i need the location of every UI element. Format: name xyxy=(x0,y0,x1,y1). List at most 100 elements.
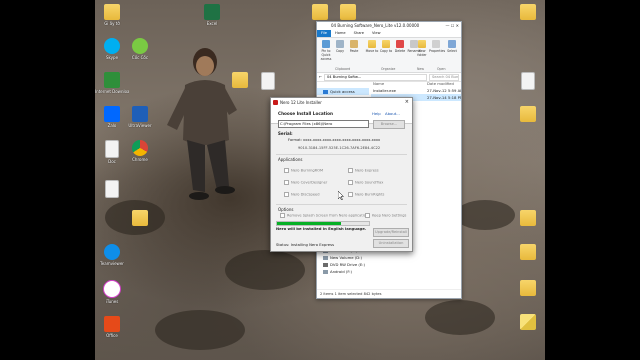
folder-icon xyxy=(232,72,248,88)
checkbox[interactable] xyxy=(348,180,353,185)
ribbon-group-new: New xyxy=(417,67,424,71)
properties-icon xyxy=(432,40,440,48)
option-remove-splash[interactable]: Remove Splash Screen from Nero applicati… xyxy=(280,213,370,218)
dvd-icon xyxy=(323,263,328,267)
desktop-icon-folder6[interactable] xyxy=(511,4,545,20)
move-to-button[interactable]: Move to xyxy=(365,40,379,53)
divider xyxy=(276,204,407,205)
desktop-icon-idm[interactable]: Internet Download xyxy=(95,72,129,94)
explorer-statusbar: 2 items 1 item selected 842 bytes xyxy=(317,289,461,298)
desktop-icon-folder10[interactable] xyxy=(511,280,545,296)
new-folder-icon xyxy=(418,40,426,48)
serial-format: Format: xxxx-xxxx-xxxx-xxxx-xxxx-xxxx-xx… xyxy=(288,138,381,142)
app-soundtrax[interactable]: Nero SoundTrax xyxy=(348,180,383,185)
ribbon: Pin to Quick access Copy Paste Move to C… xyxy=(317,37,461,73)
paste-button[interactable]: Paste xyxy=(347,40,361,53)
installer-titlebar[interactable]: Nero 12 Lite Installer × xyxy=(271,98,412,107)
move-to-icon xyxy=(368,40,376,48)
app-express[interactable]: Nero Express xyxy=(348,168,379,173)
desktop-icon-folder8[interactable] xyxy=(511,210,545,226)
close-icon[interactable]: × xyxy=(405,98,409,107)
about-link[interactable]: About... xyxy=(385,111,400,116)
file-name: Installer.exe xyxy=(373,88,396,93)
tab-share[interactable]: Share xyxy=(350,30,368,37)
select-icon xyxy=(448,40,456,48)
desktop-icon-notes[interactable] xyxy=(511,314,545,330)
teamviewer-icon xyxy=(104,244,120,260)
copy-button[interactable]: Copy xyxy=(333,40,347,53)
column-date-modified[interactable]: Date modified xyxy=(427,80,454,87)
pin-icon xyxy=(322,40,330,48)
wallpaper-stone xyxy=(225,250,305,290)
tab-file[interactable]: File xyxy=(317,30,332,37)
app-discspeed[interactable]: Nero DiscSpeed xyxy=(284,192,320,197)
desktop-icon-itunes[interactable]: iTunes xyxy=(95,280,129,304)
desktop-icon-folder2[interactable] xyxy=(123,210,157,226)
applications-label: Applications xyxy=(278,157,303,162)
folder-icon xyxy=(520,210,536,226)
new-folder-button[interactable]: New folder xyxy=(415,40,429,57)
app-burnrights[interactable]: Nero BurnRights xyxy=(348,192,384,197)
desktop-icon-folder7[interactable] xyxy=(511,106,545,122)
explorer-titlebar[interactable]: 04 Burning Software_Nero_Lite v12.0.0000… xyxy=(317,22,461,30)
uninstallation-button[interactable]: Uninstallation xyxy=(373,239,409,248)
ribbon-group-clipboard: Clipboard xyxy=(335,67,351,71)
app-coverdesigner[interactable]: Nero CoverDesigner xyxy=(284,180,327,185)
nav-dvd-drive-e[interactable]: DVD RW Drive (E:) xyxy=(317,261,369,268)
desktop-icon-doc3[interactable] xyxy=(251,72,285,90)
desktop-icon-chrome[interactable]: Chrome xyxy=(123,140,157,162)
checkbox[interactable] xyxy=(284,168,289,173)
wallpaper-person xyxy=(167,48,237,200)
wallpaper-stone xyxy=(425,300,495,335)
delete-button[interactable]: Delete xyxy=(393,40,407,53)
checkbox[interactable] xyxy=(280,213,285,218)
installer-title: Nero 12 Lite Installer xyxy=(280,100,322,105)
copy-icon xyxy=(336,40,344,48)
nav-android-f[interactable]: Android (F:) xyxy=(317,268,369,275)
checkbox[interactable] xyxy=(365,213,370,218)
desktop-icon-folder[interactable]: Gi ấy tờ xyxy=(95,4,129,26)
nav-new-volume-d[interactable]: New Volume (D:) xyxy=(317,254,369,261)
desktop-icon-office[interactable]: Office xyxy=(95,316,129,338)
desktop-icon-folder5[interactable] xyxy=(331,4,365,20)
desktop-icon-doc2[interactable] xyxy=(95,180,129,199)
tab-home[interactable]: Home xyxy=(331,30,350,37)
nero-installer-dialog[interactable]: Nero 12 Lite Installer × Choose Install … xyxy=(270,97,413,252)
document-icon xyxy=(521,72,535,90)
nav-quick-access[interactable]: Quick access xyxy=(317,88,369,95)
serial-value[interactable]: 9010-3184-15FF-525E-1C26-7AF6-2E84-4C22 xyxy=(298,146,380,150)
checkbox[interactable] xyxy=(348,168,353,173)
desktop-icon-coccoc[interactable]: Cốc Cốc xyxy=(123,38,157,60)
copy-to-button[interactable]: Copy to xyxy=(379,40,393,53)
document-icon xyxy=(105,140,119,158)
copy-to-icon xyxy=(382,40,390,48)
pin-quick-access-button[interactable]: Pin to Quick access xyxy=(319,40,333,61)
column-name[interactable]: Name xyxy=(371,80,427,87)
desktop-icon-folder9[interactable] xyxy=(511,244,545,260)
screen: Gi ấy tờ Skype Cốc Cốc Internet Download… xyxy=(0,0,640,360)
desktop-icon-excel[interactable]: Excel xyxy=(195,4,229,26)
language-note: Nero will be installed in English langua… xyxy=(276,226,367,231)
select-button[interactable]: Select xyxy=(445,40,459,53)
checkbox[interactable] xyxy=(284,192,289,197)
file-row[interactable]: Installer.exe 27-Nov-12 5:59 AM xyxy=(371,87,461,94)
checkbox[interactable] xyxy=(348,192,353,197)
help-link[interactable]: Help xyxy=(372,111,381,116)
upgrade-reinstall-button[interactable]: Upgrade/Reinstall xyxy=(373,228,409,237)
desktop-icon-doc4[interactable] xyxy=(511,72,545,90)
ribbon-group-organize: Organize xyxy=(381,67,396,71)
ribbon-tabs: File Home Share View xyxy=(317,30,461,37)
checkbox[interactable] xyxy=(284,180,289,185)
install-path-input[interactable]: C:\Program Files (x86)\Nero xyxy=(278,120,369,128)
option-keep-settings[interactable]: Keep Nero Settings xyxy=(365,213,406,218)
desktop-icon-ultraviewer[interactable]: UltraViewer xyxy=(123,106,157,128)
properties-button[interactable]: Properties xyxy=(429,40,445,53)
desktop-icon-teamviewer[interactable]: Teamviewer xyxy=(95,244,129,266)
drive-icon xyxy=(323,256,328,260)
ribbon-group-open: Open xyxy=(437,67,446,71)
window-controls[interactable]: — ☐ ✕ xyxy=(446,22,459,30)
tab-view[interactable]: View xyxy=(368,30,385,37)
app-burningrom[interactable]: Nero BurningROM xyxy=(284,168,323,173)
back-arrow-icon[interactable]: ← xyxy=(319,75,322,79)
browse-button[interactable]: Browse... xyxy=(373,120,405,129)
